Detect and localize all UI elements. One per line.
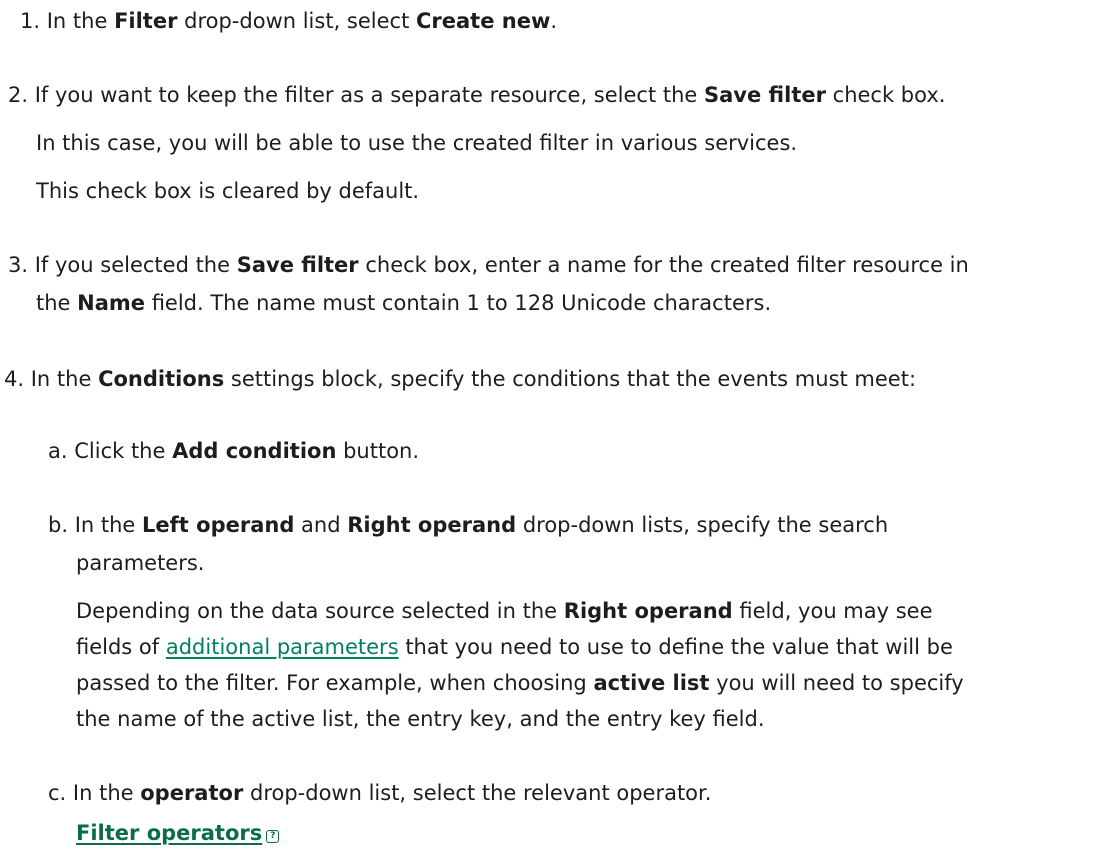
step-1: 1. In the Filter drop-down list, select … xyxy=(20,9,558,33)
step-number: 3. xyxy=(8,253,29,277)
step-3-line-2: the Name field. The name must contain 1 … xyxy=(36,291,772,315)
substep-b-detail-line-1: Depending on the data source selected in… xyxy=(76,599,933,623)
filter-operators-link[interactable]: Filter operators xyxy=(76,821,262,845)
help-icon[interactable]: ? xyxy=(266,830,280,843)
step-2: 2. If you want to keep the filter as a s… xyxy=(8,83,946,107)
filter-operators-expander[interactable]: Filter operators? xyxy=(76,816,280,851)
ui-term-name: Name xyxy=(77,291,146,315)
ui-term-create-new: Create new xyxy=(416,9,551,33)
ui-term-add-condition: Add condition xyxy=(172,439,337,463)
substep-a: a. Click the Add condition button. xyxy=(48,439,420,463)
substep-letter: b. xyxy=(48,513,69,537)
document-body: 1. In the Filter drop-down list, select … xyxy=(0,0,1118,852)
substep-c: c. In the operator drop-down list, selec… xyxy=(48,781,712,805)
ui-term-right-operand: Right operand xyxy=(347,513,517,537)
substep-b-line-2: parameters. xyxy=(76,551,205,575)
substep-b: b. In the Left operand and Right operand… xyxy=(48,513,889,537)
substep-letter: c. xyxy=(48,781,67,805)
ui-term-save-filter: Save filter xyxy=(704,83,826,107)
ui-term-save-filter: Save filter xyxy=(236,253,359,277)
substep-b-detail-line-2: fields of additional parameters that you… xyxy=(76,635,953,659)
step-number: 1. xyxy=(20,9,41,33)
step-2-note-1: In this case, you will be able to use th… xyxy=(36,131,798,155)
additional-parameters-link[interactable]: additional parameters xyxy=(166,635,399,659)
step-number: 4. xyxy=(4,367,25,391)
substep-b-detail-line-4: the name of the active list, the entry k… xyxy=(76,707,765,731)
ui-term-active-list: active list xyxy=(593,671,710,695)
ui-term-left-operand: Left operand xyxy=(142,513,295,537)
substep-b-detail-line-3: passed to the filter. For example, when … xyxy=(76,671,964,695)
step-number: 2. xyxy=(8,83,29,107)
ui-term-conditions: Conditions xyxy=(98,367,225,391)
ui-term-filter: Filter xyxy=(114,9,178,33)
step-4: 4. In the Conditions settings block, spe… xyxy=(4,367,917,391)
substep-letter: a. xyxy=(48,439,68,463)
step-3: 3. If you selected the Save filter check… xyxy=(8,253,969,277)
ui-term-right-operand: Right operand xyxy=(563,599,733,623)
step-2-note-2: This check box is cleared by default. xyxy=(36,179,420,203)
ui-term-operator: operator xyxy=(140,781,244,805)
